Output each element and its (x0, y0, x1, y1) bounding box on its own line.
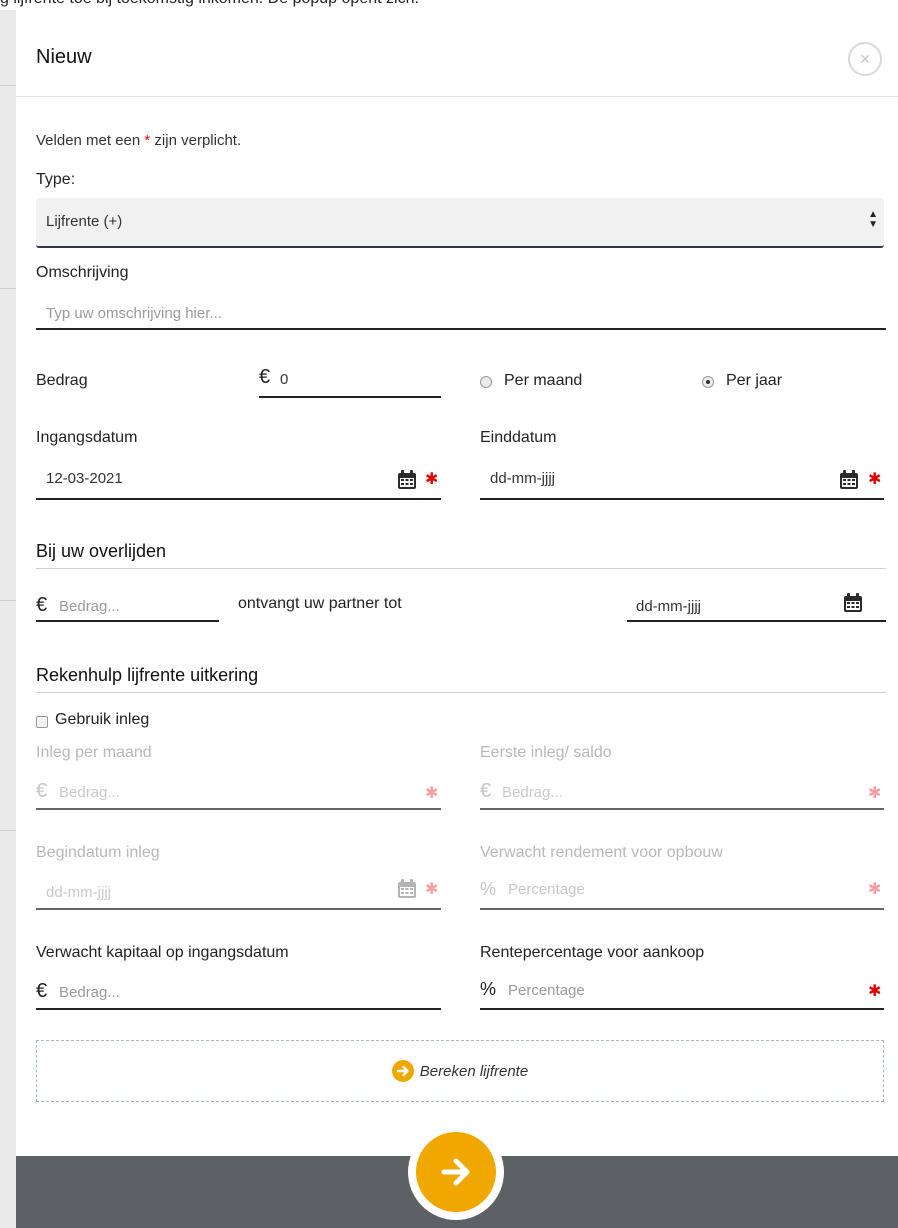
next-button-ring (408, 1124, 504, 1220)
overlijden-date-underline (627, 620, 886, 622)
modal-header: Nieuw × (16, 10, 898, 97)
einddatum-underline (480, 498, 884, 500)
kapitaal-input[interactable]: Bedrag... (59, 984, 120, 1001)
euro-icon: € (36, 780, 48, 802)
bedrag-label: Bedrag (36, 372, 88, 389)
rendement-underline (480, 908, 884, 910)
radio-per-maand[interactable] (480, 376, 492, 388)
euro-icon: € (36, 980, 48, 1002)
einddatum-input[interactable]: dd-mm-jjjj (490, 470, 555, 487)
inleg-label: Inleg per maand (36, 744, 152, 761)
background-divider (0, 830, 16, 831)
partner-text: ontvangt uw partner tot (238, 595, 402, 612)
bedrag-underline (259, 396, 441, 398)
next-button[interactable] (416, 1132, 496, 1212)
euro-icon: € (480, 780, 492, 802)
eerste-inleg-label: Eerste inleg/ saldo (480, 744, 612, 761)
required-icon: ✱ (425, 471, 439, 488)
background-instruction-text: g lijfrente toe bij toekomstig inkomen. … (0, 0, 419, 8)
rente-label: Rentepercentage voor aankoop (480, 944, 705, 961)
background-page-strip: g lijfrente toe bij toekomstig inkomen. … (0, 0, 898, 10)
calendar-icon[interactable] (397, 879, 417, 899)
per-maand-label: Per maand (504, 372, 583, 389)
eerste-inleg-input[interactable]: Bedrag... (502, 784, 563, 801)
kapitaal-underline (36, 1008, 441, 1010)
required-fields-note: Velden met een * zijn verplicht. (36, 132, 242, 149)
select-arrows-icon: ▲ ▼ (868, 209, 878, 230)
gebruik-inleg-label: Gebruik inleg (55, 711, 150, 728)
close-icon: × (859, 48, 871, 69)
background-divider (0, 85, 16, 86)
inleg-input[interactable]: Bedrag... (59, 784, 120, 801)
background-divider (0, 288, 16, 289)
overlijden-bedrag-input[interactable]: Bedrag... (59, 598, 120, 615)
bedrag-input[interactable]: 0 (280, 371, 288, 388)
euro-icon: € (259, 366, 271, 388)
omschrijving-label: Omschrijving (36, 264, 129, 281)
background-divider (0, 600, 16, 601)
omschrijving-input[interactable]: Typ uw omschrijving hier... (46, 305, 222, 322)
overlijden-bedrag-underline (36, 620, 219, 622)
required-icon: ✱ (425, 881, 439, 898)
rekenhulp-section-title: Rekenhulp lijfrente uitkering (36, 665, 259, 685)
required-icon: ✱ (868, 785, 882, 802)
kapitaal-label: Verwacht kapitaal op ingangsdatum (36, 944, 289, 961)
arrow-right-icon (441, 1158, 470, 1186)
bereken-lijfrente-label: Bereken lijfrente (419, 1062, 529, 1080)
eerste-inleg-underline (480, 808, 884, 810)
required-icon: ✱ (868, 983, 882, 1000)
required-icon: ✱ (425, 785, 439, 802)
rendement-label: Verwacht rendement voor opbouw (480, 844, 723, 861)
required-icon: ✱ (868, 881, 882, 898)
omschrijving-underline (36, 328, 886, 330)
type-label: Type: (36, 171, 76, 188)
modal-title: Nieuw (36, 46, 92, 68)
arrow-right-circle-icon (391, 1060, 414, 1082)
begindatum-underline (36, 908, 441, 910)
ingangsdatum-input[interactable]: 12-03-2021 (46, 470, 123, 487)
percent-icon: % (480, 979, 497, 999)
overlijden-section-title: Bij uw overlijden (36, 541, 167, 561)
inleg-underline (36, 808, 441, 810)
radio-per-jaar[interactable] (702, 376, 714, 388)
begindatum-label: Begindatum inleg (36, 844, 160, 861)
ingangsdatum-underline (36, 498, 441, 500)
section-divider (36, 692, 886, 693)
per-jaar-label: Per jaar (726, 372, 783, 389)
section-divider (36, 568, 886, 569)
begindatum-input[interactable]: dd-mm-jjjj (46, 884, 111, 901)
ingangsdatum-label: Ingangsdatum (36, 429, 138, 446)
type-select-value: Lijfrente (+) (46, 213, 123, 230)
type-select[interactable]: Lijfrente (+) ▲ ▼ (36, 198, 884, 248)
rente-underline (480, 1008, 884, 1010)
einddatum-label: Einddatum (480, 429, 557, 446)
euro-icon: € (36, 594, 48, 616)
calendar-icon[interactable] (839, 470, 859, 490)
bereken-lijfrente-button[interactable]: Bereken lijfrente (36, 1040, 884, 1102)
new-item-modal: Nieuw × Velden met een * zijn verplicht.… (16, 10, 898, 1156)
gebruik-inleg-checkbox[interactable] (36, 716, 48, 728)
background-page-edge (0, 10, 16, 1228)
close-button[interactable]: × (848, 42, 882, 76)
percent-icon: % (480, 879, 497, 899)
rente-input[interactable]: Percentage (508, 982, 585, 999)
calendar-icon[interactable] (843, 593, 863, 613)
overlijden-date-input[interactable]: dd-mm-jjjj (636, 598, 701, 615)
rendement-input[interactable]: Percentage (508, 881, 585, 898)
calendar-icon[interactable] (397, 470, 417, 490)
required-icon: ✱ (868, 471, 882, 488)
